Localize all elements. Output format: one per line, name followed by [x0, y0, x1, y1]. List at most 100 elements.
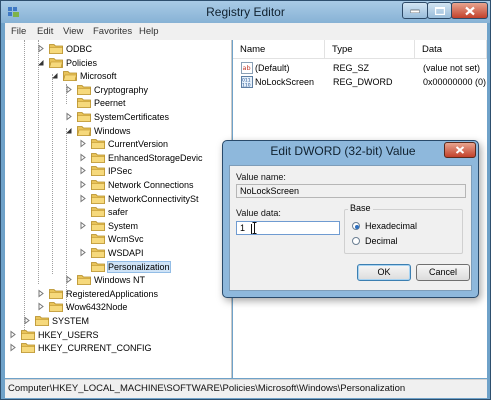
tree-item-label: RegisteredApplications — [66, 288, 159, 299]
binary-value-icon: 011 110 — [241, 76, 253, 88]
tree-item[interactable]: WcmSvc — [78, 233, 144, 246]
tree-item[interactable]: Windows — [64, 125, 131, 138]
expand-arrow-icon[interactable] — [78, 153, 87, 162]
folder-icon — [91, 207, 105, 218]
tree-item-label: Microsoft — [80, 71, 117, 82]
tree-item[interactable]: Personalization — [78, 260, 171, 274]
ok-button[interactable]: OK — [357, 264, 411, 281]
list-row[interactable]: 011 110 NoLockScreen REG_DWORD 0x0000000… — [233, 75, 487, 89]
tree-item[interactable]: safer — [78, 206, 128, 219]
list-row[interactable]: ab (Default) REG_SZ (value not set) — [233, 61, 487, 75]
tree-item-label: Personalization — [107, 260, 171, 273]
value-name-field: NoLockScreen — [236, 184, 466, 198]
decimal-label[interactable]: Decimal — [365, 236, 398, 246]
tree-item[interactable]: ODBC — [36, 43, 92, 56]
tree-item[interactable]: Policies — [36, 57, 97, 70]
tree-item[interactable]: System — [78, 220, 138, 233]
tree-item[interactable]: CurrentVersion — [78, 138, 168, 151]
expand-arrow-icon[interactable] — [78, 180, 87, 189]
expand-arrow-icon[interactable] — [8, 343, 17, 352]
cancel-button[interactable]: Cancel — [416, 264, 470, 281]
column-header-data[interactable]: Data — [415, 40, 487, 59]
folder-icon — [91, 139, 105, 150]
expand-arrow-icon[interactable] — [64, 275, 73, 284]
expand-arrow-icon[interactable] — [8, 330, 17, 339]
tree-connector-line — [24, 40, 25, 330]
tree-item-label: Wow6432Node — [66, 302, 128, 313]
expand-arrow-icon[interactable] — [36, 302, 45, 311]
expand-arrow-icon[interactable] — [22, 316, 31, 325]
collapse-arrow-icon[interactable] — [64, 126, 73, 135]
minimize-icon — [410, 9, 420, 13]
tree-item[interactable]: RegisteredApplications — [36, 288, 158, 301]
minimize-button[interactable] — [402, 2, 428, 19]
value-data-label: Value data: — [236, 208, 281, 218]
tree-item[interactable]: Cryptography — [64, 84, 148, 97]
expand-arrow-icon[interactable] — [78, 194, 87, 203]
tree-item-label: HKEY_CURRENT_CONFIG — [38, 343, 152, 354]
tree-item[interactable]: Network Connections — [78, 179, 194, 192]
expand-arrow-icon[interactable] — [78, 139, 87, 148]
menu-help[interactable]: Help — [139, 26, 159, 37]
decimal-radio[interactable] — [352, 237, 360, 245]
tree-item[interactable]: Peernet — [64, 97, 126, 110]
value-type: REG_DWORD — [333, 77, 393, 87]
expand-arrow-icon[interactable] — [36, 44, 45, 53]
tree-item-label: HKEY_USERS — [38, 329, 99, 340]
menu-file[interactable]: File — [11, 26, 26, 37]
tree-item-label: IPSec — [108, 166, 133, 177]
expand-arrow-icon[interactable] — [64, 85, 73, 94]
tree-item-label: Peernet — [94, 98, 126, 109]
menu-view[interactable]: View — [63, 26, 83, 37]
registry-tree[interactable]: ODBC Policies Microsoft Cryptography Peernet… — [5, 40, 232, 378]
maximize-button[interactable] — [427, 2, 452, 19]
ibeam-cursor-icon — [252, 222, 257, 234]
tree-item[interactable]: SYSTEM — [22, 315, 89, 328]
dialog-title: Edit DWORD (32-bit) Value — [270, 144, 416, 158]
tree-item[interactable]: HKEY_USERS — [8, 329, 99, 342]
column-header-type[interactable]: Type — [325, 40, 415, 59]
hexadecimal-radio[interactable] — [352, 222, 360, 230]
string-value-icon: ab — [241, 62, 253, 74]
folder-icon — [91, 220, 105, 231]
folder-icon — [77, 98, 91, 109]
tree-item[interactable]: SystemCertificates — [64, 111, 169, 124]
open-folder-icon — [49, 57, 63, 68]
tree-item[interactable]: NetworkConnectivitySt — [78, 193, 199, 206]
close-icon — [464, 6, 475, 15]
tree-item-label: WcmSvc — [108, 234, 144, 245]
collapse-arrow-icon[interactable] — [36, 58, 45, 67]
tree-item[interactable]: Microsoft — [50, 70, 117, 83]
column-header-name[interactable]: Name — [233, 40, 325, 59]
tree-item[interactable]: IPSec — [78, 165, 132, 178]
value-data-input[interactable]: 1 — [236, 221, 340, 235]
close-button[interactable] — [451, 2, 488, 19]
tree-item[interactable]: Wow6432Node — [36, 301, 127, 314]
expand-arrow-icon[interactable] — [78, 248, 87, 257]
folder-icon — [49, 44, 63, 54]
dialog-close-button[interactable] — [444, 142, 476, 158]
collapse-arrow-icon[interactable] — [50, 71, 59, 80]
svg-text:ab: ab — [243, 64, 251, 72]
value-name: (Default) — [255, 63, 290, 73]
tree-item-label: System — [108, 220, 139, 231]
hexadecimal-label[interactable]: Hexadecimal — [365, 221, 417, 231]
folder-icon — [49, 302, 63, 313]
expand-arrow-icon[interactable] — [64, 112, 73, 121]
folder-icon — [91, 248, 105, 258]
tree-item[interactable]: HKEY_CURRENT_CONFIG — [8, 342, 152, 355]
folder-icon — [21, 343, 35, 354]
expand-arrow-icon[interactable] — [36, 289, 45, 298]
expand-arrow-icon[interactable] — [78, 221, 87, 230]
tree-item[interactable]: Windows NT — [64, 274, 145, 287]
title-bar[interactable]: Registry Editor — [1, 1, 490, 23]
folder-icon — [91, 152, 105, 163]
folder-icon — [91, 166, 105, 177]
tree-item[interactable]: EnhancedStorageDevic — [78, 152, 203, 165]
tree-item[interactable]: WSDAPI — [78, 247, 144, 260]
expand-arrow-icon[interactable] — [78, 166, 87, 175]
menu-edit[interactable]: Edit — [37, 26, 53, 37]
tree-item-label: SystemCertificates — [94, 112, 170, 122]
menu-favorites[interactable]: Favorites — [93, 26, 132, 37]
